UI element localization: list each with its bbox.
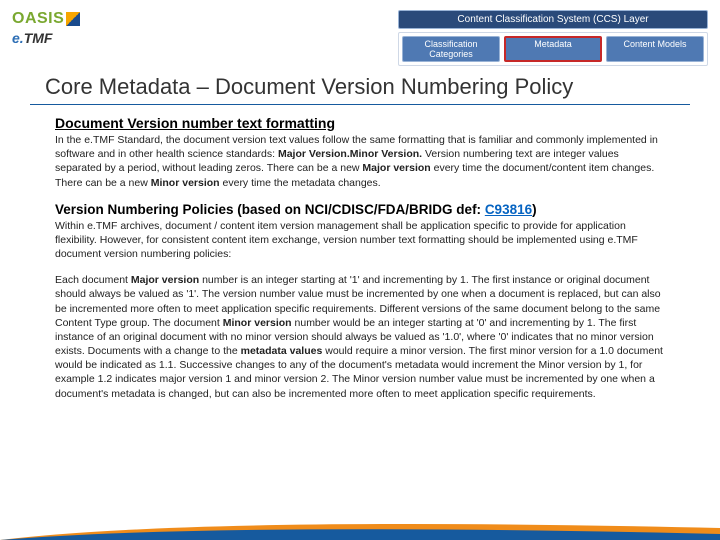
- s1-g: every time the metadata changes.: [220, 177, 381, 189]
- s3-b: Major version: [131, 274, 199, 286]
- etmf-e: e.: [12, 30, 24, 46]
- ccs-row: Classification Categories Metadata Conte…: [398, 32, 708, 66]
- ccs-box-metadata: Metadata: [504, 36, 602, 62]
- ccs-box-categories: Classification Categories: [402, 36, 500, 62]
- s2-ha: Version Numbering Policies (based on NCI…: [55, 202, 485, 217]
- s3-f: metadata values: [241, 345, 323, 357]
- s3-d: Minor version: [223, 317, 292, 329]
- title-rule: [30, 104, 690, 105]
- etmf-tmf: TMF: [24, 30, 53, 46]
- etmf-logo: e.TMF: [12, 30, 80, 46]
- s3-a: Each document: [55, 274, 131, 286]
- s1-b: Major Version.Minor Version.: [278, 148, 422, 160]
- def-link[interactable]: C93816: [485, 202, 532, 217]
- page-title: Core Metadata – Document Version Numberi…: [0, 66, 720, 104]
- section1-body: In the e.TMF Standard, the document vers…: [55, 133, 665, 190]
- footer-decoration: [0, 514, 720, 540]
- s1-f: Minor version: [151, 177, 220, 189]
- ccs-diagram: Content Classification System (CCS) Laye…: [398, 10, 708, 66]
- oasis-icon: [66, 12, 80, 26]
- section1-heading: Document Version number text formatting: [55, 115, 665, 131]
- section2-heading: Version Numbering Policies (based on NCI…: [55, 202, 665, 217]
- logo-block: OASIS e.TMF: [12, 10, 80, 46]
- s1-d: Major version: [362, 162, 430, 174]
- content-area: Document Version number text formatting …: [0, 115, 720, 401]
- oasis-logo: OASIS: [12, 10, 80, 28]
- oasis-text: OASIS: [12, 10, 64, 27]
- s2-hb: ): [532, 202, 537, 217]
- ccs-box-models: Content Models: [606, 36, 704, 62]
- section2-body: Within e.TMF archives, document / conten…: [55, 219, 665, 262]
- section3-body: Each document Major version number is an…: [55, 273, 665, 401]
- ccs-layer-label: Content Classification System (CCS) Laye…: [398, 10, 708, 29]
